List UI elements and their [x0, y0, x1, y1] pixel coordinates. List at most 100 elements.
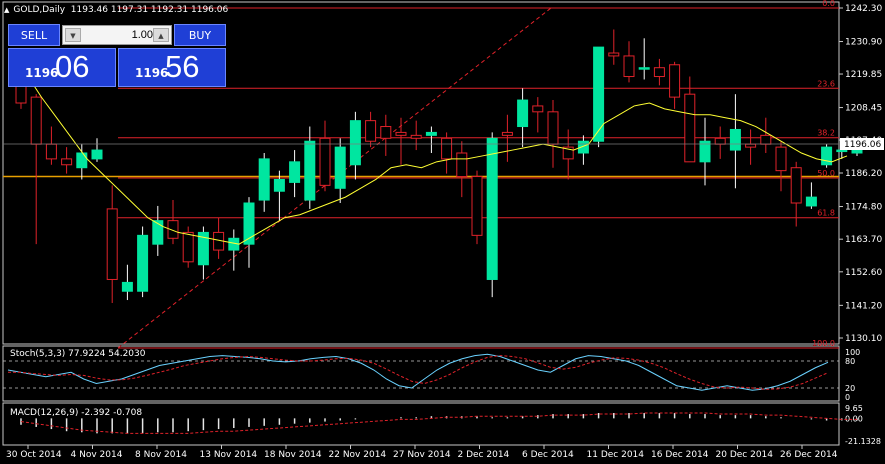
candle [805, 182, 817, 209]
triangle-icon: ▲ [4, 6, 10, 14]
candle-body [790, 167, 802, 204]
candle [182, 226, 194, 268]
macd-signal-line [20, 412, 857, 434]
candle-body [365, 120, 377, 142]
candle-body [623, 55, 635, 78]
candle [623, 41, 635, 83]
candle-body [653, 67, 665, 78]
candle-body [61, 158, 73, 166]
price-tick-label: 1163.70 [845, 235, 882, 245]
candle [532, 97, 544, 133]
candle-body [45, 143, 57, 160]
candle-body [334, 146, 346, 189]
date-label: 30 Oct 2014 [6, 450, 62, 460]
candle-body [471, 176, 483, 236]
candle [197, 226, 209, 280]
candle [714, 126, 726, 159]
candle-body [760, 134, 772, 145]
symbol-label: GOLD,Daily [13, 5, 66, 15]
candle [213, 217, 225, 259]
candle [486, 132, 498, 298]
price-tick-label: 1152.60 [845, 268, 882, 278]
candle-body [593, 46, 605, 142]
candle-body [30, 96, 42, 145]
candle [289, 150, 301, 198]
candle-body [91, 149, 103, 160]
stoch-main-line [7, 353, 829, 391]
lot-decrease-button[interactable]: ▼ [65, 28, 81, 42]
sell-button[interactable]: SELL [8, 24, 60, 46]
candle [365, 111, 377, 148]
current-price-label: 1196.06 [844, 140, 881, 150]
candle-body [121, 281, 133, 292]
candle [745, 129, 757, 165]
candle [593, 46, 605, 148]
candle-body [821, 146, 833, 166]
date-label: 6 Dec 2014 [522, 450, 574, 460]
date-label: 18 Nov 2014 [264, 450, 322, 460]
candle-body [137, 234, 149, 292]
candle [517, 88, 529, 148]
candle [106, 185, 118, 303]
candle [334, 138, 346, 203]
candle-body [425, 131, 437, 136]
candle [471, 170, 483, 245]
price-tick-label: 1208.45 [845, 104, 882, 114]
fib-level-label: 23.6 [817, 79, 835, 88]
buy-price-main: 56 [165, 49, 200, 84]
candle [653, 58, 665, 86]
candle-body [486, 137, 498, 280]
fib-level-label: 61.8 [817, 209, 835, 218]
candle [121, 264, 133, 301]
candle-body [304, 140, 316, 201]
candle-body [456, 152, 468, 178]
date-label: 22 Nov 2014 [329, 450, 387, 460]
candle [699, 117, 711, 186]
candle [76, 144, 88, 180]
candle-body [182, 231, 194, 263]
candle-body [441, 137, 453, 160]
price-tick-label: 1186.20 [845, 169, 882, 179]
candle-body [836, 149, 848, 153]
stoch-scale-label: 0 [845, 393, 850, 402]
date-label: 13 Nov 2014 [200, 450, 258, 460]
candle [775, 141, 787, 192]
candle-body [805, 196, 817, 207]
candle [380, 114, 392, 156]
date-label: 11 Dec 2014 [587, 450, 645, 460]
sell-price-main: 06 [55, 49, 90, 84]
macd-scale-label: 0.00 [845, 414, 863, 423]
lot-size-input[interactable] [83, 28, 153, 42]
candle [456, 141, 468, 198]
ohlc-values: 1193.46 1197.31 1192.31 1196.06 [70, 5, 229, 15]
candle [669, 61, 681, 109]
candle-body [258, 158, 270, 201]
candle-body [775, 146, 787, 172]
candle-body [729, 128, 741, 151]
sell-price-box[interactable]: 1196 06 [8, 48, 116, 87]
fib-level-label: 38.2 [817, 129, 835, 138]
candle-body [319, 137, 331, 186]
candle-body [380, 126, 392, 139]
buy-price-box[interactable]: 1196 56 [118, 48, 226, 87]
candle-body [76, 152, 88, 169]
candle-body [517, 99, 529, 128]
candle [501, 114, 513, 162]
candle-body [638, 67, 650, 70]
candle [304, 126, 316, 209]
price-tick-label: 1242.30 [845, 4, 882, 14]
buy-button[interactable]: BUY [174, 24, 226, 46]
lot-increase-button[interactable]: ▲ [153, 28, 169, 42]
candle [410, 120, 422, 151]
candle-body [152, 220, 164, 245]
candle [821, 144, 833, 168]
candle [61, 147, 73, 174]
date-label: 26 Dec 2014 [780, 450, 838, 460]
candle [349, 111, 361, 180]
candle [547, 100, 559, 168]
price-tick-label: 1141.20 [845, 301, 882, 311]
candle [562, 129, 574, 180]
date-label: 4 Nov 2014 [71, 450, 123, 460]
candle [425, 126, 437, 153]
macd-label: MACD(12,26,9) -2.392 -0.708 [10, 408, 142, 418]
